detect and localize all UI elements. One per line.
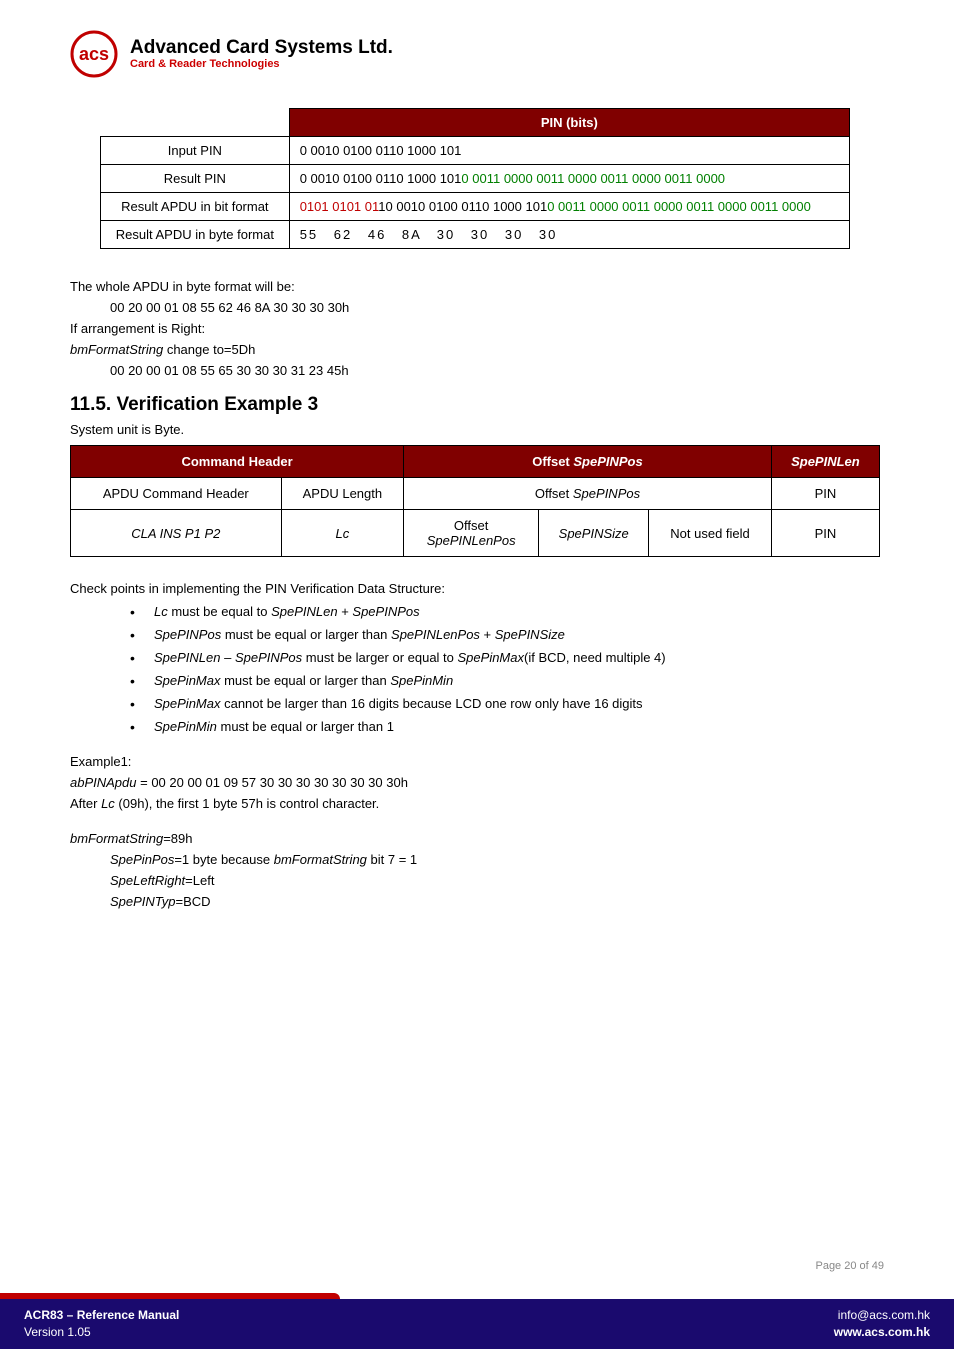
table-row-value: 0 0010 0100 0110 1000 1010 0011 0000 001… (289, 165, 849, 193)
body-text: abPINApdu = 00 20 00 01 09 57 30 30 30 3… (70, 775, 884, 790)
list-item: Lc must be equal to SpePINLen + SpePINPo… (130, 604, 884, 619)
table-row-label: Result APDU in bit format (101, 193, 290, 221)
page-footer: ACR83 – Reference Manual Version 1.05 in… (0, 1299, 954, 1349)
table-cell: APDU Length (281, 478, 404, 510)
command-structure-table: Command Header Offset SpePINPos SpePINLe… (70, 445, 880, 557)
company-tagline: Card & Reader Technologies (130, 58, 393, 70)
company-name: Advanced Card Systems Ltd. (130, 38, 393, 59)
bullet-list: Lc must be equal to SpePINLen + SpePINPo… (130, 604, 884, 734)
table-cell: CLA INS P1 P2 (71, 510, 282, 557)
list-item: SpePinMax must be equal or larger than S… (130, 673, 884, 688)
pin-bits-header: PIN (bits) (289, 109, 849, 137)
body-text: If arrangement is Right: (70, 321, 884, 336)
table-row-value: 55 62 46 8A 30 30 30 30 (289, 221, 849, 249)
footer-email: info@acs.com.hk (834, 1307, 930, 1324)
table-header: Command Header (71, 446, 404, 478)
list-item: SpePINPos must be equal or larger than S… (130, 627, 884, 642)
body-text: SpePINTyp=BCD (110, 894, 884, 909)
body-text: 00 20 00 01 08 55 65 30 30 30 31 23 45h (110, 363, 884, 378)
page-number: Page 20 of 49 (815, 1260, 884, 1272)
body-text: SpePinPos=1 byte because bmFormatString … (110, 852, 884, 867)
body-text: bmFormatString=89h (70, 831, 884, 846)
page-header: acs Advanced Card Systems Ltd. Card & Re… (70, 30, 884, 78)
footer-site: www.acs.com.hk (834, 1324, 930, 1341)
table-cell: APDU Command Header (71, 478, 282, 510)
acs-logo-icon: acs (70, 30, 118, 78)
table-header: Offset SpePINPos (404, 446, 772, 478)
body-text: 00 20 00 01 08 55 62 46 8A 30 30 30 30h (110, 300, 884, 315)
table-row-value: 0101 0101 0110 0010 0100 0110 1000 1010 … (289, 193, 849, 221)
list-item: SpePinMin must be equal or larger than 1 (130, 719, 884, 734)
table-cell: OffsetSpePINLenPos (404, 510, 539, 557)
example-title: Example1: (70, 754, 884, 769)
body-text: After Lc (09h), the first 1 byte 57h is … (70, 796, 884, 811)
body-text: Check points in implementing the PIN Ver… (70, 581, 884, 596)
section-heading: 11.5. Verification Example 3 (70, 394, 884, 416)
table-cell: PIN (771, 510, 879, 557)
footer-version: Version 1.05 (24, 1324, 179, 1341)
table-cell: Lc (281, 510, 404, 557)
table-header: SpePINLen (771, 446, 879, 478)
table-cell: PIN (771, 478, 879, 510)
table-row-value: 0 0010 0100 0110 1000 101 (289, 137, 849, 165)
body-text: System unit is Byte. (70, 422, 884, 437)
table-row-label: Result PIN (101, 165, 290, 193)
table-row-label: Input PIN (101, 137, 290, 165)
pin-bits-table: PIN (bits) Input PIN 0 0010 0100 0110 10… (100, 108, 850, 249)
body-text: The whole APDU in byte format will be: (70, 279, 884, 294)
list-item: SpePinMax cannot be larger than 16 digit… (130, 696, 884, 711)
table-cell: Not used field (649, 510, 772, 557)
table-cell: Offset SpePINPos (404, 478, 772, 510)
body-text: bmFormatString change to=5Dh (70, 342, 884, 357)
table-cell: SpePINSize (539, 510, 649, 557)
table-row-label: Result APDU in byte format (101, 221, 290, 249)
body-text: SpeLeftRight=Left (110, 873, 884, 888)
list-item: SpePINLen – SpePINPos must be larger or … (130, 650, 884, 665)
footer-title: ACR83 – Reference Manual (24, 1308, 179, 1322)
svg-text:acs: acs (79, 44, 109, 64)
